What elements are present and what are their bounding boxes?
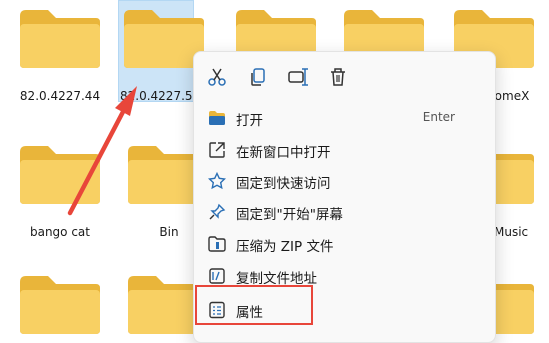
annotation-arrow	[67, 86, 137, 216]
